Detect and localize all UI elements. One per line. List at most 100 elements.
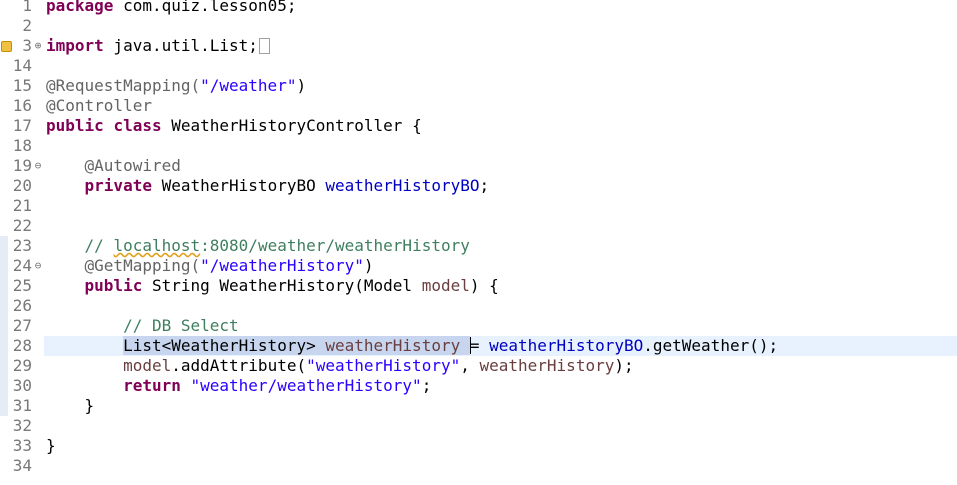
code-line[interactable]: 32	[0, 416, 957, 436]
code-token: ,	[460, 356, 480, 375]
code-text[interactable]: return "weather/weatherHistory";	[46, 376, 431, 396]
code-line[interactable]: 2	[0, 16, 957, 36]
line-number: 19	[12, 156, 32, 175]
line-number: 32	[12, 416, 32, 435]
line-number: 21	[12, 196, 32, 215]
code-token: package	[46, 0, 114, 15]
code-token: )	[363, 256, 374, 275]
code-token: @Autowired	[84, 156, 181, 175]
line-number: 3	[22, 36, 32, 55]
code-token: WeatherHistoryBO	[151, 176, 326, 195]
code-token: @RequestMapping(	[46, 76, 201, 95]
code-text[interactable]: // localhost:8080/weather/weatherHistory	[46, 236, 470, 256]
code-line[interactable]: 34	[0, 456, 957, 476]
code-line[interactable]: 27 // DB Select	[0, 316, 957, 336]
code-token: import	[46, 36, 104, 55]
code-text[interactable]: public String WeatherHistory(Model model…	[46, 276, 499, 296]
line-number: 15	[12, 76, 32, 95]
code-line[interactable]: 20 private WeatherHistoryBO weatherHisto…	[0, 176, 957, 196]
code-text[interactable]: import java.util.List;	[46, 36, 270, 56]
code-token: @GetMapping(	[84, 256, 201, 275]
code-line[interactable]: 1 package com.quiz.lesson05;	[0, 0, 957, 16]
line-number: 16	[12, 96, 32, 115]
code-token: //	[84, 236, 114, 255]
code-line[interactable]: 29 model.addAttribute("weatherHistory", …	[0, 356, 957, 376]
code-token: "/weatherHistory"	[200, 256, 364, 275]
code-token: String WeatherHistory(Model	[142, 276, 422, 295]
code-line[interactable]: 14	[0, 56, 957, 76]
expand-fold-icon[interactable]: ⊕	[33, 36, 43, 56]
code-token: :8080/weather/weatherHistory	[200, 236, 470, 255]
code-line[interactable]: 23 // localhost:8080/weather/weatherHist…	[0, 236, 957, 256]
code-text[interactable]: List<WeatherHistory> weatherHistory = we…	[46, 336, 778, 356]
code-line[interactable]: 24 ⊖ @GetMapping("/weatherHistory")	[0, 256, 957, 276]
code-line[interactable]: 18	[0, 136, 957, 156]
code-text[interactable]: @RequestMapping("/weather")	[46, 76, 306, 96]
code-token: weatherHistory	[479, 356, 615, 375]
collapse-fold-icon[interactable]: ⊖	[33, 256, 43, 276]
code-token: com.quiz.lesson05;	[113, 0, 297, 15]
line-number: 14	[12, 56, 32, 75]
code-text[interactable]: model.addAttribute("weatherHistory", wea…	[46, 356, 634, 376]
folded-imports-icon[interactable]	[258, 38, 270, 54]
code-token: "weatherHistory"	[306, 356, 461, 375]
code-token: public	[46, 116, 104, 135]
code-text[interactable]: @Controller	[46, 96, 152, 116]
code-text[interactable]: @Autowired	[46, 156, 181, 176]
code-line-current[interactable]: 28 List<WeatherHistory> weatherHistory =…	[0, 336, 957, 356]
code-token: ;	[421, 376, 432, 395]
code-line[interactable]: 17 public class WeatherHistoryController …	[0, 116, 957, 136]
code-token: WeatherHistoryController {	[161, 116, 422, 135]
code-line[interactable]: 30 return "weather/weatherHistory";	[0, 376, 957, 396]
code-token: public	[84, 276, 143, 295]
code-line[interactable]: 26	[0, 296, 957, 316]
code-editor[interactable]: 1 package com.quiz.lesson05; 2 3 ⊕ import jav…	[0, 0, 957, 485]
code-line[interactable]: 16 @Controller	[0, 96, 957, 116]
code-text[interactable]: }	[46, 436, 56, 456]
code-line[interactable]: 15 @RequestMapping("/weather")	[0, 76, 957, 96]
line-number: 27	[12, 316, 32, 335]
code-text[interactable]: // DB Select	[46, 316, 239, 336]
code-token: class	[113, 116, 162, 135]
line-number: 23	[12, 236, 32, 255]
code-line[interactable]: 19 ⊖ @Autowired	[0, 156, 957, 176]
line-number: 33	[12, 436, 32, 455]
line-number: 28	[12, 336, 32, 355]
code-token: )	[296, 76, 307, 95]
code-token: .getWeather();	[643, 336, 779, 355]
code-line[interactable]: 25 public String WeatherHistory(Model mo…	[0, 276, 957, 296]
code-token: }	[46, 396, 95, 415]
code-line[interactable]: 21	[0, 196, 957, 216]
code-line[interactable]: 31 }	[0, 396, 957, 416]
code-text[interactable]: @GetMapping("/weatherHistory")	[46, 256, 374, 276]
code-text[interactable]: public class WeatherHistoryController {	[46, 116, 422, 136]
code-token: model	[421, 276, 470, 295]
code-line[interactable]: 3 ⊕ import java.util.List;	[0, 36, 957, 56]
collapse-fold-icon[interactable]: ⊖	[33, 156, 43, 176]
code-token: localhost	[113, 236, 201, 255]
line-number: 22	[12, 216, 32, 235]
code-token: List<WeatherHistory>	[123, 336, 326, 355]
code-token: weatherHistoryBO	[325, 176, 480, 195]
code-text[interactable]: package com.quiz.lesson05;	[46, 0, 296, 16]
line-number: 25	[12, 276, 32, 295]
code-token: model	[123, 356, 172, 375]
code-token: weatherHistoryBO	[489, 336, 644, 355]
code-text[interactable]: private WeatherHistoryBO weatherHistoryB…	[46, 176, 490, 196]
code-token: private	[84, 176, 152, 195]
code-token: return	[123, 376, 181, 395]
code-token: =	[469, 336, 490, 355]
code-text[interactable]: }	[46, 396, 95, 416]
line-number: 2	[22, 16, 32, 35]
code-line[interactable]: 33}	[0, 436, 957, 456]
code-token: ;	[479, 176, 490, 195]
code-line[interactable]: 22	[0, 216, 957, 236]
